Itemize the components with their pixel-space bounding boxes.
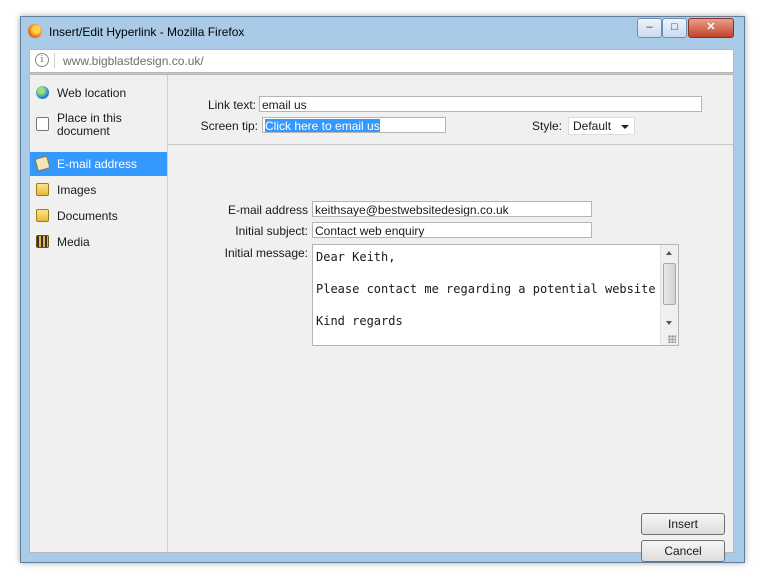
sidebar-item-documents[interactable]: Documents xyxy=(30,204,167,228)
link-type-sidebar: Web location Place in this document E-ma… xyxy=(30,75,168,552)
url-text: www.bigblastdesign.co.uk/ xyxy=(63,54,204,68)
email-icon xyxy=(34,155,51,172)
scroll-thumb[interactable] xyxy=(663,263,676,305)
dialog-window: Insert/Edit Hyperlink - Mozilla Firefox … xyxy=(20,16,745,563)
sidebar-item-media[interactable]: Media xyxy=(30,230,167,254)
insert-button[interactable]: Insert xyxy=(641,513,725,535)
sidebar-item-label: Documents xyxy=(57,209,118,223)
screen-tip-input[interactable]: Click here to email us xyxy=(262,117,446,133)
email-address-input[interactable]: keithsaye@bestwebsitedesign.co.uk xyxy=(312,201,592,217)
scroll-down-icon[interactable] xyxy=(666,321,672,325)
address-bar[interactable]: i www.bigblastdesign.co.uk/ xyxy=(29,49,734,73)
cancel-button[interactable]: Cancel xyxy=(641,540,725,562)
media-icon xyxy=(36,235,49,248)
sidebar-item-email-address[interactable]: E-mail address xyxy=(30,152,167,176)
style-selected-value: Default xyxy=(573,119,612,133)
initial-message-label: Initial message: xyxy=(224,246,308,260)
email-address-label: E-mail address xyxy=(227,203,308,217)
window-title: Insert/Edit Hyperlink - Mozilla Firefox xyxy=(49,25,245,39)
chevron-down-icon xyxy=(621,125,629,129)
resize-grip-icon[interactable] xyxy=(668,335,676,343)
screen-tip-selected-text: Click here to email us xyxy=(265,119,380,133)
address-divider xyxy=(54,53,55,68)
sidebar-item-place-in-document[interactable]: Place in this document xyxy=(30,107,167,147)
site-info-icon[interactable]: i xyxy=(35,53,49,67)
sidebar-item-web-location[interactable]: Web location xyxy=(30,81,167,105)
sidebar-item-label: E-mail address xyxy=(57,157,138,171)
scroll-up-icon[interactable] xyxy=(666,251,672,255)
style-select[interactable]: Default xyxy=(568,117,635,135)
sidebar-item-label: Images xyxy=(57,183,97,197)
message-scrollbar[interactable] xyxy=(660,245,678,345)
sidebar-item-label: Media xyxy=(57,235,90,249)
images-folder-icon xyxy=(36,183,49,196)
close-button[interactable]: ✕ xyxy=(688,18,734,38)
screen-tip-label: Screen tip: xyxy=(200,119,258,133)
firefox-icon xyxy=(28,24,42,38)
initial-subject-input[interactable]: Contact web enquiry xyxy=(312,222,592,238)
divider xyxy=(168,144,733,145)
initial-message-text: Dear Keith, Please contact me regarding … xyxy=(316,250,656,328)
initial-message-textarea[interactable]: Dear Keith, Please contact me regarding … xyxy=(312,244,679,346)
globe-icon xyxy=(36,86,49,99)
dialog-content: Web location Place in this document E-ma… xyxy=(29,74,734,562)
minimize-button[interactable]: – xyxy=(637,18,662,38)
link-text-input[interactable]: email us xyxy=(259,96,702,112)
documents-folder-icon xyxy=(36,209,49,222)
link-text-label: Link text: xyxy=(207,98,256,112)
sidebar-item-images[interactable]: Images xyxy=(30,178,167,202)
style-label: Style: xyxy=(531,119,562,133)
maximize-button[interactable]: □ xyxy=(662,18,687,38)
sidebar-item-label: Place in this document xyxy=(57,111,122,138)
sidebar-item-label: Web location xyxy=(57,86,127,100)
initial-subject-label: Initial subject: xyxy=(235,224,308,238)
title-bar[interactable]: Insert/Edit Hyperlink - Mozilla Firefox … xyxy=(21,17,744,47)
document-icon xyxy=(36,117,49,131)
